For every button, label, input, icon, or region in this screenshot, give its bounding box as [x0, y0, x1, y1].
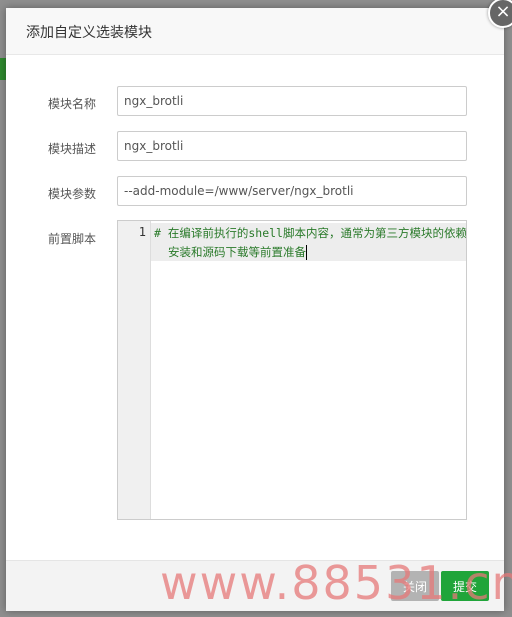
dialog-header: 添加自定义选装模块: [6, 8, 504, 55]
dialog-title: 添加自定义选装模块: [26, 25, 152, 41]
pre-script-label: 前置脚本: [48, 232, 97, 246]
line-number: 1: [138, 225, 146, 239]
close-button[interactable]: 关闭: [391, 571, 440, 601]
code-content: # 在编译前执行的shell脚本内容，通常为第三方模块的依赖安装和源码下载等前置…: [154, 226, 467, 259]
module-desc-label: 模块描述: [48, 142, 97, 156]
editor-gutter: 1: [118, 221, 151, 519]
module-desc-input[interactable]: [117, 131, 467, 161]
text-cursor: [306, 245, 307, 260]
dialog-footer: 关闭 提交: [6, 560, 504, 611]
module-name-label: 模块名称: [48, 97, 97, 111]
custom-module-dialog: 添加自定义选装模块 模块名称 模块描述 模块参数 前置脚本 1 # 在编译前执行…: [6, 8, 504, 611]
module-params-label: 模块参数: [48, 187, 97, 201]
module-params-input[interactable]: [117, 176, 467, 206]
module-name-input[interactable]: [117, 86, 467, 116]
close-icon[interactable]: ×: [488, 0, 512, 28]
submit-button[interactable]: 提交: [441, 571, 489, 601]
code-line[interactable]: # 在编译前执行的shell脚本内容，通常为第三方模块的依赖安装和源码下载等前置…: [154, 224, 467, 262]
pre-script-editor[interactable]: 1 # 在编译前执行的shell脚本内容，通常为第三方模块的依赖安装和源码下载等…: [117, 220, 467, 520]
